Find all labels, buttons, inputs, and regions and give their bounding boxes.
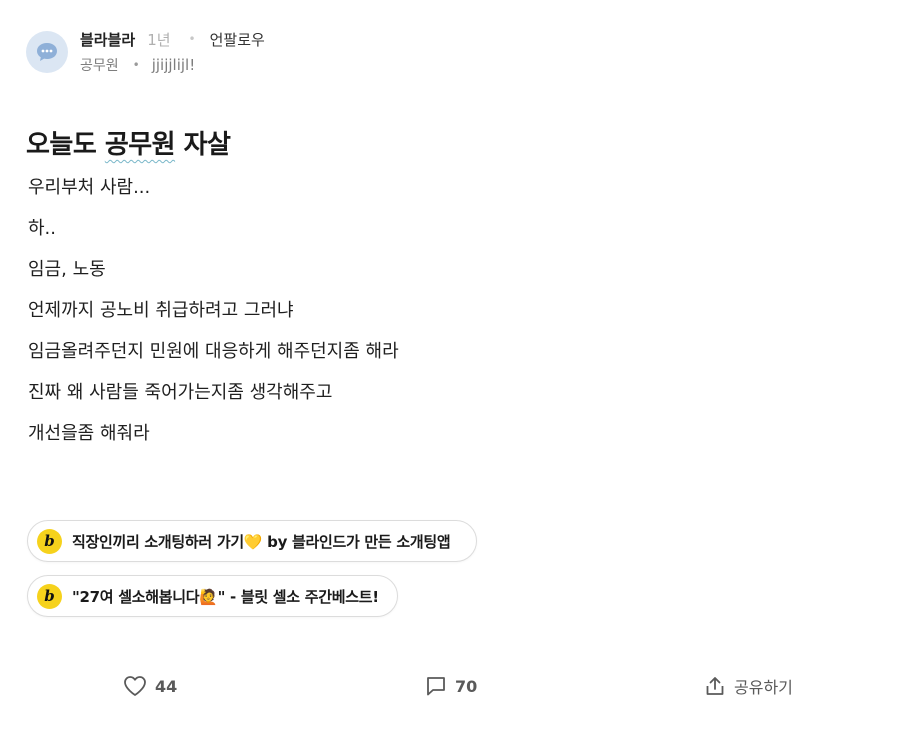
post-title-part: 오늘도 — [26, 130, 105, 160]
body-line: 진짜 왜 사람들 죽어가는지좀 생각해주고 — [28, 382, 333, 403]
body-line: 임금올려주던지 민원에 대응하게 해주던지좀 해라 — [28, 341, 399, 362]
share-button[interactable]: 공유하기 — [704, 668, 793, 704]
comment-icon — [427, 677, 445, 696]
post-title-keyword: 공무원 — [104, 130, 176, 160]
body-line: 하.. — [28, 218, 57, 239]
promo-text: "27여 셀소해봅니다🙋" - 블릿 셀소 주간베스트! — [72, 587, 379, 606]
comment-count: 70 — [455, 676, 478, 696]
body-line: 임금, 노동 — [28, 259, 106, 280]
author-name[interactable]: 블라블라 — [80, 29, 135, 50]
body-line: 개선을좀 해줘라 — [28, 423, 150, 444]
avatar[interactable] — [26, 31, 68, 73]
like-button[interactable]: 44 — [123, 668, 177, 704]
nickname: jjijjlijl! — [151, 56, 196, 74]
share-icon — [706, 677, 724, 695]
post-header: 블라블라 1년 • 언팔로우 공무원 • jjijjlijl! — [26, 26, 265, 82]
separator-dot: • — [188, 32, 196, 46]
separator-dot: • — [132, 58, 140, 72]
heart-icon — [124, 676, 146, 696]
post-body: 우리부처 사람... 하.. 임금, 노동 언제까지 공노비 취급하려고 그러냐… — [28, 176, 399, 463]
promo-link-dating[interactable]: b 직장인끼리 소개팅하러 가기💛 by 블라인드가 만든 소개팅앱 — [27, 520, 477, 562]
comment-button[interactable]: 70 — [425, 668, 477, 704]
promo-text: 직장인끼리 소개팅하러 가기💛 by 블라인드가 만든 소개팅앱 — [72, 532, 451, 551]
body-line: 우리부처 사람... — [28, 177, 151, 198]
post-title: 오늘도 공무원 자살 — [26, 124, 231, 161]
post-time: 1년 — [147, 30, 171, 49]
company-label: 공무원 — [80, 58, 119, 74]
post-meta-top: 블라블라 1년 • 언팔로우 — [80, 26, 265, 52]
blind-logo-icon: b — [37, 583, 62, 609]
share-label: 공유하기 — [734, 678, 793, 697]
like-count: 44 — [155, 676, 178, 696]
post-title-part: 자살 — [175, 130, 231, 160]
chat-bubble-icon — [37, 43, 57, 61]
promo-link-selfintro[interactable]: b "27여 셀소해봅니다🙋" - 블릿 셀소 주간베스트! — [27, 575, 398, 617]
post-actions: 44 70 공유하기 — [0, 668, 900, 704]
post-meta-bottom: 공무원 • jjijjlijl! — [80, 53, 265, 77]
post-meta: 블라블라 1년 • 언팔로우 공무원 • jjijjlijl! — [80, 26, 265, 77]
body-line: 언제까지 공노비 취급하려고 그러냐 — [28, 300, 294, 321]
blind-logo-icon: b — [37, 528, 62, 554]
unfollow-button[interactable]: 언팔로우 — [210, 29, 265, 50]
